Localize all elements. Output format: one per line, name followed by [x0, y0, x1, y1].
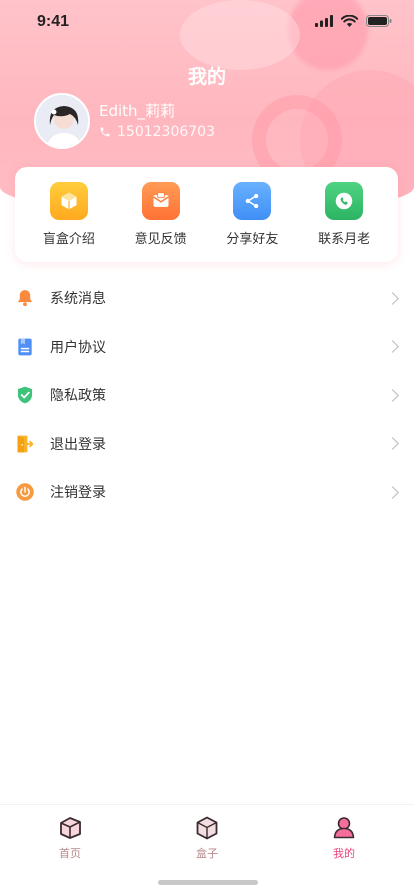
tab-box[interactable]: 盒子 [167, 815, 247, 861]
quick-action-label: 盲盒介绍 [42, 232, 95, 247]
bell-icon [15, 288, 35, 308]
tab-label: 盒子 [196, 847, 218, 860]
menu-item-privacy-policy[interactable]: 隐私政策 [0, 371, 414, 420]
user-phone: 15012306703 [117, 124, 215, 140]
quick-actions-card: 盲盒介绍 意见反馈 分享好友 联系月老 [15, 167, 398, 262]
signal-icon [315, 15, 333, 27]
document-icon [15, 337, 35, 357]
battery-icon [366, 15, 392, 27]
chevron-right-icon [386, 291, 399, 305]
quick-action-feedback[interactable]: 意见反馈 [121, 182, 201, 247]
share-icon [233, 182, 272, 220]
quick-action-blind-box-intro[interactable]: 盲盒介绍 [29, 182, 109, 247]
menu-item-user-agreement[interactable]: 用户协议 [0, 323, 414, 372]
user-icon [333, 817, 355, 839]
logout-door-icon [15, 434, 35, 454]
home-box-icon [60, 817, 81, 839]
chevron-right-icon [386, 485, 399, 499]
tab-home[interactable]: 首页 [30, 815, 110, 861]
tab-label: 首页 [59, 847, 81, 860]
quick-action-contact[interactable]: 联系月老 [304, 182, 384, 247]
chevron-right-icon [386, 388, 399, 402]
menu-item-label: 系统消息 [50, 291, 106, 308]
phone-icon [325, 182, 364, 220]
chevron-right-icon [386, 437, 399, 451]
shield-check-icon [15, 385, 35, 405]
home-indicator [158, 880, 258, 885]
quick-action-label: 意见反馈 [134, 232, 187, 247]
status-time: 9:41 [37, 13, 70, 30]
settings-menu: 系统消息 用户协议 隐私政策 退出登录 注销登录 [0, 274, 414, 517]
phone-icon [100, 127, 110, 137]
chevron-right-icon [386, 340, 399, 354]
page-title: 我的 [187, 66, 226, 88]
user-name: Edith_莉莉 [99, 102, 176, 120]
quick-action-label: 分享好友 [226, 232, 279, 247]
avatar[interactable] [34, 93, 90, 149]
tab-label: 我的 [333, 847, 355, 860]
gift-box-icon [49, 182, 88, 220]
menu-item-label: 注销登录 [50, 485, 106, 502]
tab-mine[interactable]: 我的 [304, 815, 384, 861]
status-icons [315, 15, 392, 27]
menu-item-system-messages[interactable]: 系统消息 [0, 274, 414, 323]
cube-icon [196, 816, 218, 840]
wifi-icon [341, 15, 358, 27]
menu-item-label: 用户协议 [50, 339, 106, 356]
quick-action-label: 联系月老 [318, 232, 371, 247]
power-icon [15, 482, 35, 502]
status-bar: 9:41 [0, 0, 414, 44]
menu-item-label: 退出登录 [50, 436, 106, 453]
mail-feedback-icon [141, 182, 180, 220]
menu-item-label: 隐私政策 [50, 388, 106, 405]
quick-action-share[interactable]: 分享好友 [212, 182, 292, 247]
menu-item-deregister[interactable]: 注销登录 [0, 468, 414, 517]
menu-item-logout[interactable]: 退出登录 [0, 420, 414, 469]
user-phone-row: 15012306703 [99, 124, 215, 140]
